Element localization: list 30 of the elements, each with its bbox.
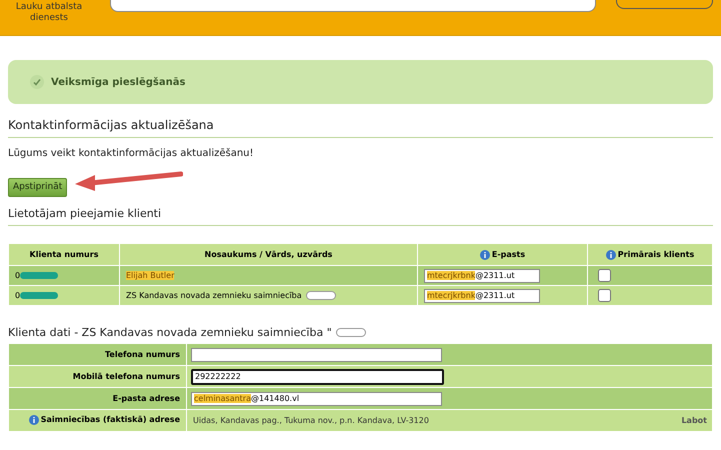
check-icon [30,75,44,89]
field-label: Saimniecības (faktiskā) adrese [40,415,180,424]
edit-link[interactable]: Labot [681,416,707,425]
redaction-mark [336,328,366,337]
section-heading: Klienta dati - ZS Kandavas novada zemnieku saimniecība " [8,326,332,339]
column-title: E-pasts [492,250,526,258]
column-title: Nosaukums / Vārds, uzvārds [204,250,332,259]
field-label: Mobilā telefona numurs [72,372,180,381]
email-field[interactable]: celminasantra@141480.vl [191,392,442,406]
logo-text: Lauku atbalsta [16,2,82,13]
input-field[interactable]: 292222222 [191,368,444,384]
field-label: Telefona numurs [105,350,180,359]
section-heading: Lietotājam pieejamie klienti [8,207,162,220]
alert-text: Veiksmīga pieslēgšanās [51,76,186,88]
client-name: ZS Kandavas novada zemnieku saimniecība [126,291,302,300]
address-text: Uidas, Kandavas pag., Tukuma nov., p.n. Kandava, LV-3120 [193,416,429,425]
primary-checkbox[interactable] [598,289,611,302]
message-text: Lūgums veikt kontaktinformācijas aktualizēšanu! [8,148,255,159]
column-title: Klienta numurs [30,250,98,259]
confirm-button[interactable]: Apstiprināt [8,178,68,196]
column-title: Primārais klients [618,250,694,258]
logo-text: dienests [30,13,68,24]
page-title: Kontaktinformācijas aktualizēšana [8,118,215,132]
client-number: 0 [15,291,20,300]
client-number: 0 [15,271,20,280]
redaction-mark [20,292,58,299]
redaction-mark [20,272,58,279]
field-label: E-pasta adrese [112,394,180,403]
input-field[interactable] [191,348,442,362]
primary-checkbox[interactable] [598,269,611,282]
